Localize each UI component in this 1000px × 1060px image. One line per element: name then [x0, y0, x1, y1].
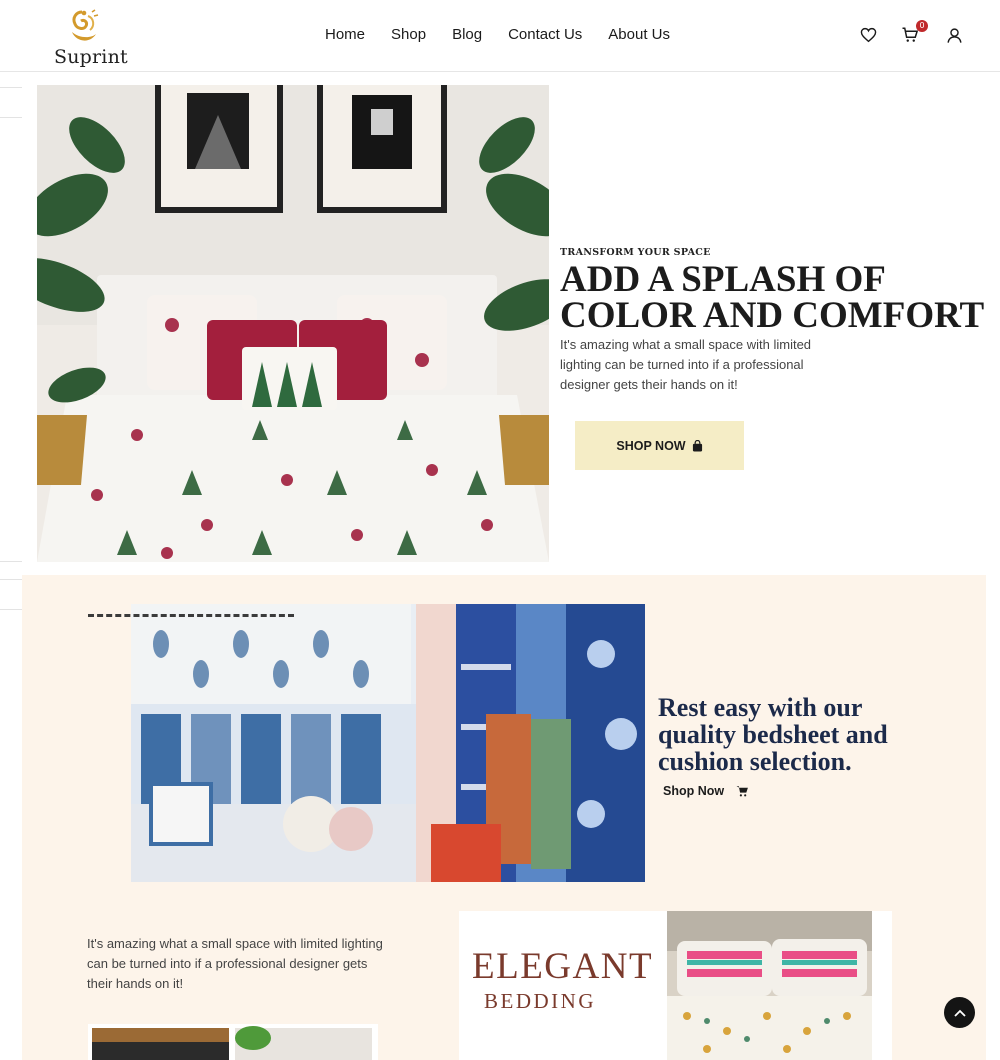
bedding-image — [667, 911, 872, 1060]
elegant-subtitle: BEDDING — [484, 989, 596, 1013]
shop-now-link-label: Shop Now — [663, 784, 725, 798]
edge-divider — [0, 579, 22, 580]
peacock-logo-icon — [72, 9, 99, 41]
edge-divider — [0, 609, 22, 610]
shop-now-button[interactable]: SHOP NOW — [575, 421, 744, 470]
thumbnail-strip — [88, 1024, 378, 1060]
edge-divider — [0, 117, 22, 118]
lower-description: It's amazing what a small space with lim… — [87, 936, 383, 991]
site-header: Suprint Home Shop Blog Contact Us About … — [0, 0, 1000, 72]
hero-eyebrow: TRANSFORM YOUR SPACE — [560, 247, 711, 258]
nav-about-us[interactable]: About Us — [608, 26, 670, 43]
shop-now-link[interactable]: Shop Now — [663, 784, 749, 798]
hero-bedroom-image — [37, 85, 549, 562]
site-logo[interactable]: Suprint — [52, 8, 132, 68]
hero-description: It's amazing what a small space with lim… — [560, 337, 812, 392]
elegant-title: ELEGANT — [472, 946, 654, 987]
hero-title-line: ADD A SPLASH OF — [560, 259, 886, 300]
user-icon[interactable] — [943, 24, 965, 46]
promo-title: Rest easy with our quality bedsheet and … — [658, 693, 888, 776]
hero-title: ADD A SPLASH OF COLOR AND COMFORT — [560, 259, 990, 336]
main-nav: Home Shop Blog Contact Us About Us — [325, 26, 670, 43]
elegant-bedding-banner[interactable]: ELEGANT BEDDING — [459, 911, 892, 1060]
cart-icon[interactable]: 0 — [899, 20, 928, 46]
logo-text: Suprint — [54, 46, 128, 68]
shop-now-label: SHOP NOW — [616, 438, 686, 453]
nav-shop[interactable]: Shop — [391, 26, 426, 43]
edge-divider — [0, 87, 22, 88]
cart-count-badge: 0 — [916, 20, 928, 32]
heart-icon[interactable] — [857, 24, 879, 46]
nav-home[interactable]: Home — [325, 26, 365, 43]
chevron-up-icon — [953, 1009, 966, 1017]
nav-blog[interactable]: Blog — [452, 26, 482, 43]
cart-icon — [736, 786, 749, 797]
textile-collection-image — [131, 604, 645, 882]
bag-icon — [692, 439, 702, 451]
edge-divider — [0, 561, 22, 562]
decorative-dash-line — [88, 614, 294, 617]
nav-contact-us[interactable]: Contact Us — [508, 26, 582, 43]
hero-title-line: COLOR AND COMFORT — [560, 295, 985, 336]
scroll-to-top-button[interactable] — [944, 997, 975, 1028]
